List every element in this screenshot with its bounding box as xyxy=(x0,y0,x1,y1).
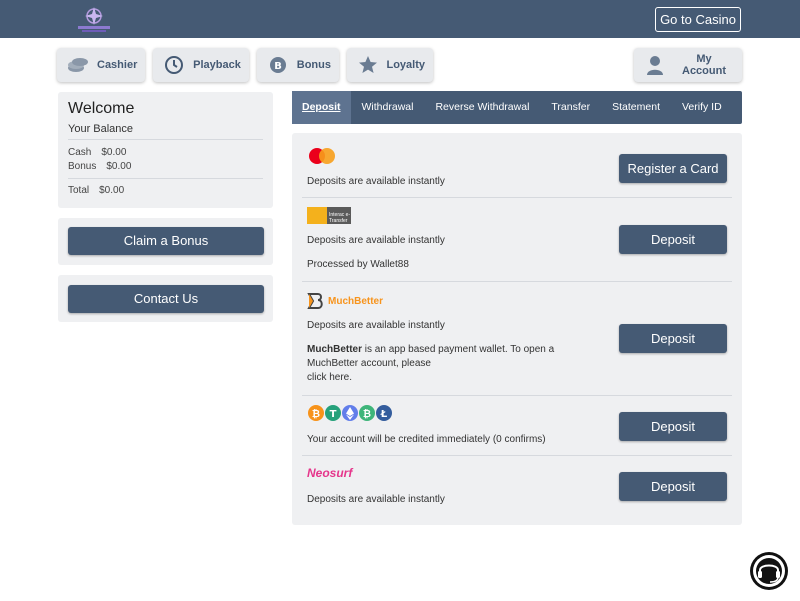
nav-bonus-label: Bonus xyxy=(296,59,331,71)
payment-methods-panel: Deposits are available instantly Registe… xyxy=(292,133,742,525)
live-chat-button[interactable] xyxy=(750,552,788,590)
muchbetter-click-here-link[interactable]: click here. xyxy=(307,372,352,383)
total-row: Total $0.00 xyxy=(68,185,124,196)
user-icon xyxy=(644,54,666,76)
cash-value: $0.00 xyxy=(101,147,127,158)
cashier-tabs: Deposit Withdrawal Reverse Withdrawal Tr… xyxy=(292,91,742,124)
mastercard-icon xyxy=(307,147,337,170)
tab-verify-id[interactable]: Verify ID xyxy=(671,91,733,124)
interac-etransfer-logo: Interac e-Transfer xyxy=(307,207,351,224)
contact-panel: Contact Us xyxy=(58,275,273,322)
muchbetter-logo-text: MuchBetter xyxy=(328,295,384,307)
claim-bonus-panel: Claim a Bonus xyxy=(58,218,273,265)
history-icon xyxy=(163,54,185,76)
muchbetter-desc-bold: MuchBetter xyxy=(307,344,363,355)
headset-icon xyxy=(753,555,785,587)
nav-my-account-label: My Account xyxy=(682,53,726,77)
processed-by-text: Processed by Wallet88 xyxy=(307,259,409,270)
svg-text:B: B xyxy=(274,61,282,72)
crypto-coins-icons: ₿ T ₿ Ł xyxy=(307,404,395,427)
tab-transfer[interactable]: Transfer xyxy=(540,91,601,124)
method-etransfer: Interac e-Transfer Deposits are availabl… xyxy=(302,198,732,282)
nav-bonus-button[interactable]: B Bonus xyxy=(257,48,339,82)
svg-text:₿: ₿ xyxy=(363,408,371,420)
tab-withdrawal[interactable]: Withdrawal xyxy=(351,91,425,124)
svg-text:T: T xyxy=(330,409,337,420)
total-value: $0.00 xyxy=(99,185,125,196)
etransfer-deposit-button[interactable]: Deposit xyxy=(619,225,727,254)
nav-playback-label: Playback xyxy=(193,59,241,71)
bonus-coin-icon: B xyxy=(267,54,289,76)
etransfer-logo-text: Interac e-Transfer xyxy=(329,212,351,224)
nav-cashier-label: Cashier xyxy=(97,59,138,71)
contact-us-button[interactable]: Contact Us xyxy=(68,285,264,313)
muchbetter-description: MuchBetter is an app based payment walle… xyxy=(307,343,577,385)
method-etransfer-text: Deposits are available instantly xyxy=(307,235,445,246)
tab-reverse-withdrawal[interactable]: Reverse Withdrawal xyxy=(424,91,540,124)
nav-my-account-button[interactable]: My Account xyxy=(634,48,742,82)
casino-logo[interactable] xyxy=(70,4,118,34)
nav-cashier-button[interactable]: Cashier xyxy=(57,48,145,82)
welcome-title: Welcome xyxy=(68,100,135,117)
nav-playback-button[interactable]: Playback xyxy=(153,48,249,82)
method-crypto-text: Your account will be credited immediatel… xyxy=(307,434,546,445)
bonus-value: $0.00 xyxy=(106,161,132,172)
total-label: Total xyxy=(68,185,90,196)
method-card: Deposits are available instantly Registe… xyxy=(302,139,732,198)
neosurf-logo: Neosurf xyxy=(307,466,353,480)
cash-label: Cash xyxy=(68,147,92,158)
muchbetter-icon xyxy=(307,293,323,309)
method-neosurf: Neosurf Deposits are available instantly… xyxy=(302,456,732,518)
bonus-row: Bonus $0.00 xyxy=(68,161,131,172)
divider xyxy=(68,139,263,140)
svg-text:₿: ₿ xyxy=(312,408,320,420)
nav-loyalty-label: Loyalty xyxy=(386,59,425,71)
muchbetter-logo: MuchBetter xyxy=(307,292,383,310)
register-card-button[interactable]: Register a Card xyxy=(619,154,727,183)
cash-row: Cash $0.00 xyxy=(68,147,126,158)
tab-deposit[interactable]: Deposit xyxy=(292,91,351,124)
method-card-text: Deposits are available instantly xyxy=(307,176,445,187)
method-muchbetter-text: Deposits are available instantly xyxy=(307,320,445,331)
coins-icon xyxy=(67,54,89,76)
crypto-deposit-button[interactable]: Deposit xyxy=(619,412,727,441)
claim-bonus-button[interactable]: Claim a Bonus xyxy=(68,227,264,255)
method-crypto: ₿ T ₿ Ł Your account will be credited im… xyxy=(302,396,732,456)
muchbetter-deposit-button[interactable]: Deposit xyxy=(619,324,727,353)
method-muchbetter: MuchBetter Deposits are available instan… xyxy=(302,282,732,396)
go-to-casino-button[interactable]: Go to Casino xyxy=(655,7,741,32)
divider xyxy=(68,178,263,179)
top-bar: Go to Casino xyxy=(0,0,800,38)
star-icon xyxy=(357,54,378,76)
neosurf-deposit-button[interactable]: Deposit xyxy=(619,472,727,501)
bonus-label: Bonus xyxy=(68,161,97,172)
tab-statement[interactable]: Statement xyxy=(601,91,671,124)
welcome-panel: Welcome Your Balance Cash $0.00 Bonus $0.0… xyxy=(58,92,273,208)
method-neosurf-text: Deposits are available instantly xyxy=(307,494,445,505)
svg-text:Ł: Ł xyxy=(380,409,388,420)
nav-loyalty-button[interactable]: Loyalty xyxy=(347,48,433,82)
your-balance-label: Your Balance xyxy=(68,123,134,135)
